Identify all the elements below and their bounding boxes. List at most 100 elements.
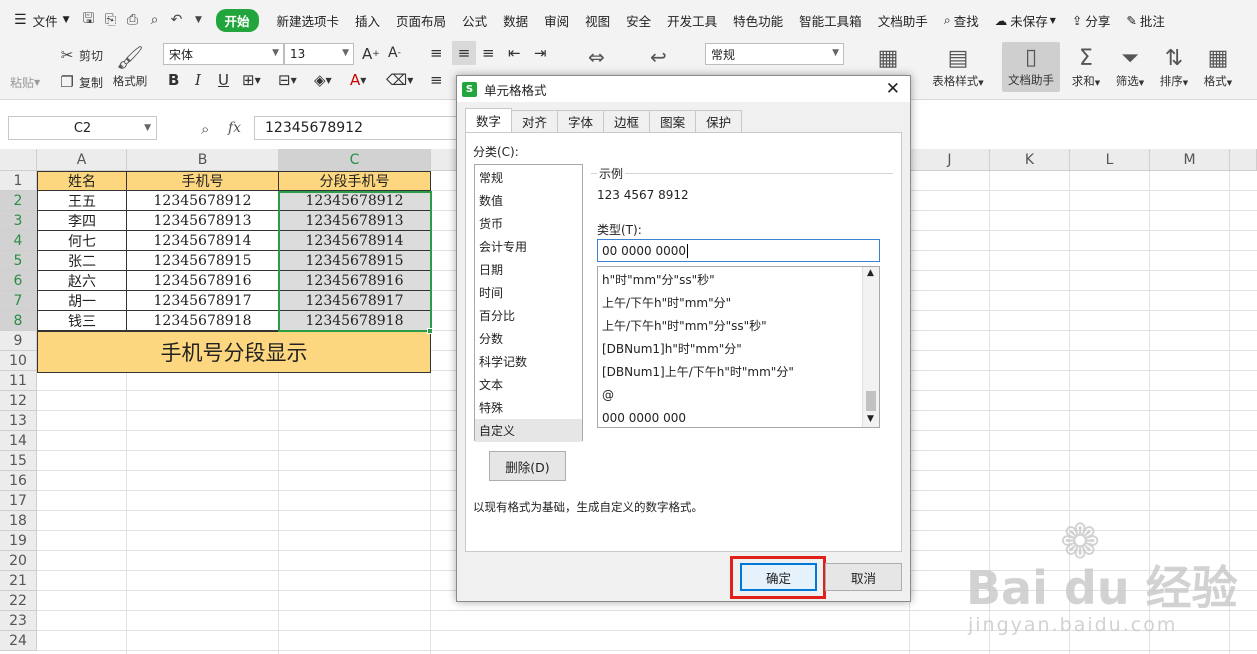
- sum-button[interactable]: Σ 求和▼: [1066, 43, 1106, 91]
- type-list[interactable]: h"时"mm"分"ss"秒" 上午/下午h"时"mm"分" 上午/下午h"时"mm"…: [597, 266, 880, 428]
- scroll-down-icon[interactable]: ▼: [867, 414, 874, 424]
- column-header-m[interactable]: M: [1150, 149, 1230, 171]
- row-header[interactable]: 4: [0, 231, 37, 251]
- format-button[interactable]: ▦ 格式▼: [1198, 43, 1238, 91]
- table-header-cell[interactable]: 手机号: [127, 171, 279, 191]
- tab-security[interactable]: 安全: [618, 0, 659, 40]
- tab-page-layout[interactable]: 页面布局: [388, 0, 454, 40]
- borders-button[interactable]: ⊞ ▼: [242, 71, 261, 89]
- tab-pattern[interactable]: 图案: [649, 110, 697, 132]
- file-menu[interactable]: ☰ 文件 ▼: [0, 0, 78, 40]
- tab-data[interactable]: 数据: [495, 0, 536, 40]
- row-header[interactable]: 14: [0, 431, 37, 451]
- category-item[interactable]: 自定义: [475, 419, 582, 442]
- category-item[interactable]: 文本: [475, 373, 582, 396]
- search-button[interactable]: ⌕ 查找: [936, 0, 987, 40]
- tab-alignment[interactable]: 对齐: [511, 110, 559, 132]
- category-item[interactable]: 科学记数: [475, 350, 582, 373]
- table-cell[interactable]: 12345678918: [127, 311, 279, 331]
- row-header[interactable]: 8: [0, 311, 37, 331]
- row-header[interactable]: 19: [0, 531, 37, 551]
- table-cell[interactable]: 12345678917: [127, 291, 279, 311]
- type-item[interactable]: 上午/下午h"时"mm"分": [598, 291, 879, 314]
- print-preview-icon[interactable]: ⌕: [144, 0, 166, 40]
- delete-button[interactable]: 删除(D): [489, 451, 566, 481]
- table-cell[interactable]: 李四: [37, 211, 127, 231]
- row-header[interactable]: 5: [0, 251, 37, 271]
- row-header[interactable]: 9: [0, 331, 37, 351]
- increase-font-button[interactable]: A +: [362, 45, 380, 63]
- category-item[interactable]: 货币: [475, 212, 582, 235]
- underline-button[interactable]: U: [218, 71, 229, 89]
- number-format-select[interactable]: 常规 ▼: [705, 43, 844, 65]
- table-header-cell[interactable]: 姓名: [37, 171, 127, 191]
- doc-helper-button[interactable]: ▯ 文档助手: [1002, 42, 1060, 92]
- row-header[interactable]: 7: [0, 291, 37, 311]
- row-header[interactable]: 3: [0, 211, 37, 231]
- close-icon[interactable]: ✕: [886, 79, 900, 99]
- tab-font[interactable]: 字体: [557, 110, 605, 132]
- fx-button[interactable]: fx: [228, 120, 241, 136]
- more-icon[interactable]: ▼: [188, 0, 210, 40]
- type-item[interactable]: [DBNum1]h"时"mm"分": [598, 337, 879, 360]
- row-header[interactable]: 17: [0, 491, 37, 511]
- type-input[interactable]: 00 0000 0000: [597, 239, 880, 262]
- column-header-l[interactable]: L: [1070, 149, 1150, 171]
- type-item[interactable]: 000 0000 000: [598, 406, 879, 427]
- category-item[interactable]: 分数: [475, 327, 582, 350]
- tab-review[interactable]: 审阅: [536, 0, 577, 40]
- row-header[interactable]: 23: [0, 611, 37, 631]
- table-cell[interactable]: 12345678914: [127, 231, 279, 251]
- scroll-up-icon[interactable]: ▲: [867, 268, 874, 278]
- outdent-icon[interactable]: ⇥: [534, 44, 547, 62]
- table-cell[interactable]: 钱三: [37, 311, 127, 331]
- table-header-cell[interactable]: 分段手机号: [279, 171, 431, 191]
- format-painter-button[interactable]: 🖌 格式刷: [110, 43, 150, 91]
- row-header[interactable]: 2: [0, 191, 37, 211]
- italic-button[interactable]: I: [195, 71, 201, 89]
- comment-button[interactable]: ✎ 批注: [1118, 0, 1165, 40]
- tab-features[interactable]: 特色功能: [725, 0, 791, 40]
- tab-developer[interactable]: 开发工具: [659, 0, 725, 40]
- category-item[interactable]: 百分比: [475, 304, 582, 327]
- row-header[interactable]: 13: [0, 411, 37, 431]
- row-header[interactable]: 21: [0, 571, 37, 591]
- indent-icon[interactable]: ⇤: [508, 44, 521, 62]
- align-left-icon[interactable]: ≡: [430, 71, 443, 89]
- unsaved-button[interactable]: ☁ 未保存 ▼: [987, 0, 1064, 40]
- select-all-corner[interactable]: [0, 149, 37, 171]
- zoom-icon[interactable]: ⌕: [201, 120, 209, 138]
- row-header[interactable]: 22: [0, 591, 37, 611]
- print-icon[interactable]: ⎙: [122, 0, 144, 40]
- tab-border[interactable]: 边框: [603, 110, 651, 132]
- font-name-select[interactable]: 宋体 ▼: [163, 43, 284, 65]
- tab-formula[interactable]: 公式: [454, 0, 495, 40]
- row-header[interactable]: 16: [0, 471, 37, 491]
- wrap-icon[interactable]: ↩: [650, 45, 667, 69]
- tab-smart-tools[interactable]: 智能工具箱: [791, 0, 870, 40]
- table-style-button[interactable]: ▤ 表格样式▼: [928, 43, 988, 91]
- category-item[interactable]: 特殊: [475, 396, 582, 419]
- fill-color-button[interactable]: ◈ ▼: [314, 71, 332, 89]
- tab-new[interactable]: 新建选项卡: [269, 0, 348, 40]
- sort-button[interactable]: ⇅ 排序▼: [1154, 43, 1194, 91]
- type-list-scrollbar[interactable]: ▲ ▼: [862, 267, 879, 427]
- font-size-select[interactable]: 13 ▼: [284, 43, 354, 65]
- fill-border-button[interactable]: ⊟ ▼: [278, 71, 297, 89]
- row-header[interactable]: 18: [0, 511, 37, 531]
- row-header[interactable]: 1: [0, 171, 37, 191]
- tab-home[interactable]: 开始: [215, 0, 259, 40]
- category-item[interactable]: 常规: [475, 166, 582, 189]
- formula-input[interactable]: 12345678912: [254, 116, 464, 140]
- row-header[interactable]: 15: [0, 451, 37, 471]
- tab-insert[interactable]: 插入: [347, 0, 388, 40]
- table-cell[interactable]: 胡一: [37, 291, 127, 311]
- type-item[interactable]: h"时"mm"分"ss"秒": [598, 268, 879, 291]
- decrease-font-button[interactable]: A-: [388, 45, 401, 61]
- row-header[interactable]: 24: [0, 631, 37, 651]
- table-cell[interactable]: 12345678915: [127, 251, 279, 271]
- align-bottom-icon[interactable]: ≡: [482, 44, 495, 62]
- table-cell[interactable]: 12345678916: [127, 271, 279, 291]
- tab-doc-helper[interactable]: 文档助手: [870, 0, 936, 40]
- merge-icon[interactable]: ⇔: [588, 45, 605, 69]
